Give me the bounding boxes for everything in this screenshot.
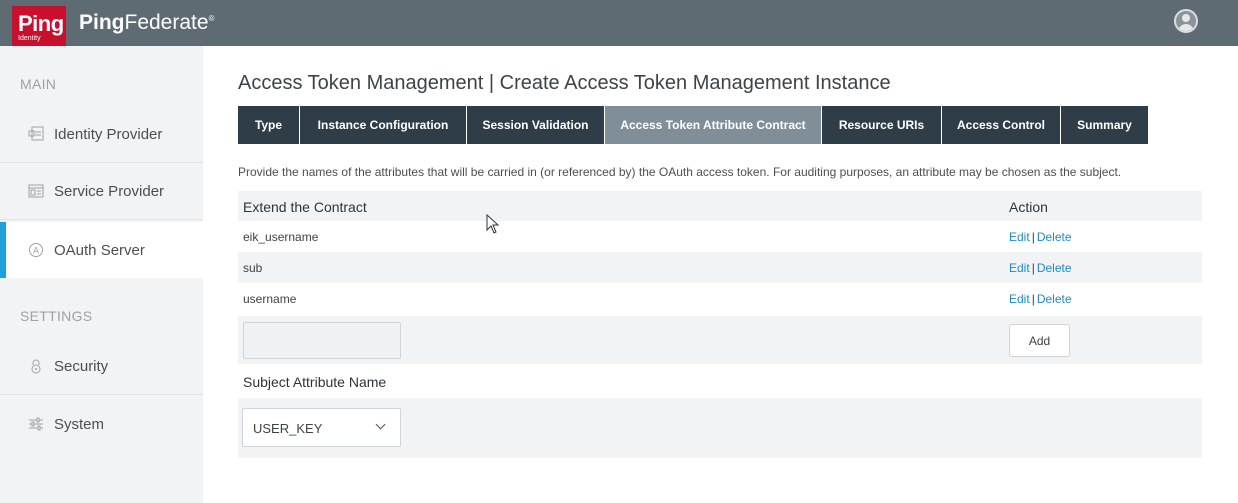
divider [0, 219, 203, 220]
sidebar-item-label: Security [54, 357, 109, 375]
attribute-name: sub [243, 261, 263, 275]
ping-logo[interactable]: Ping Identity [12, 6, 66, 46]
column-header-name: Extend the Contract [243, 199, 367, 215]
attribute-name: eik_username [243, 230, 319, 244]
sidebar-item-identity-provider[interactable]: Identity Provider [0, 106, 203, 162]
sidebar: MAIN Identity Provider Service Provider … [0, 46, 213, 503]
subject-attribute-row: USER_KEY [238, 398, 1202, 458]
delete-link[interactable]: Delete [1037, 261, 1072, 275]
table-row: username Edit | Delete [238, 283, 1202, 314]
service-provider-icon [28, 183, 44, 199]
table-header: Extend the Contract Action [238, 191, 1202, 221]
attribute-name: username [243, 292, 297, 306]
divider [0, 394, 203, 395]
attribute-contract-table: Extend the Contract Action eik_username … [238, 191, 1202, 314]
sidebar-section-settings: SETTINGS [20, 308, 93, 324]
sidebar-item-oauth-server[interactable]: A OAuth Server [0, 222, 213, 278]
svg-text:A: A [33, 247, 40, 257]
sidebar-item-system[interactable]: System [0, 396, 203, 452]
subject-attribute-label: Subject Attribute Name [243, 374, 387, 390]
table-row: eik_username Edit | Delete [238, 221, 1202, 252]
tab-access-control[interactable]: Access Control [942, 106, 1061, 144]
sidebar-item-label: Identity Provider [54, 125, 163, 143]
sliders-icon [28, 416, 44, 432]
subject-selected-value: USER_KEY [253, 421, 323, 436]
new-attribute-input[interactable] [243, 322, 401, 359]
oauth-icon: A [28, 242, 44, 258]
page-description: Provide the names of the attributes that… [238, 165, 1122, 179]
top-bar: Ping Identity PingFederate® [0, 0, 1238, 46]
edit-link[interactable]: Edit [1009, 230, 1030, 244]
row-actions: Edit | Delete [1009, 230, 1072, 244]
edit-link[interactable]: Edit [1009, 292, 1030, 306]
mouse-cursor-icon [486, 214, 500, 234]
lock-icon [28, 358, 44, 374]
tab-resource-uris[interactable]: Resource URIs [822, 106, 942, 144]
row-actions: Edit | Delete [1009, 292, 1072, 306]
sidebar-item-security[interactable]: Security [0, 338, 203, 394]
sidebar-section-main: MAIN [20, 76, 57, 92]
delete-link[interactable]: Delete [1037, 230, 1072, 244]
product-name: PingFederate® [79, 11, 215, 34]
tab-access-token-attribute-contract[interactable]: Access Token Attribute Contract [605, 106, 822, 144]
wizard-tabs: Type Instance Configuration Session Vali… [238, 106, 1149, 144]
sidebar-item-label: System [54, 415, 105, 433]
row-actions: Edit | Delete [1009, 261, 1072, 275]
identity-provider-icon [28, 126, 44, 142]
add-button[interactable]: Add [1009, 324, 1070, 357]
tab-instance-configuration[interactable]: Instance Configuration [300, 106, 467, 144]
logo-subtext: Identity [18, 35, 41, 42]
action-separator: | [1031, 292, 1035, 306]
chevron-down-icon [375, 419, 386, 430]
action-separator: | [1031, 230, 1035, 244]
delete-link[interactable]: Delete [1037, 292, 1072, 306]
sidebar-item-service-provider[interactable]: Service Provider [0, 163, 203, 219]
tab-type[interactable]: Type [238, 106, 300, 144]
page-title: Access Token Management | Create Access … [238, 72, 891, 94]
edit-link[interactable]: Edit [1009, 261, 1030, 275]
sidebar-item-label: OAuth Server [54, 241, 145, 259]
table-row: sub Edit | Delete [238, 252, 1202, 283]
logo-text: Ping [18, 11, 64, 36]
add-attribute-row: Add [238, 316, 1202, 364]
subject-attribute-select[interactable]: USER_KEY [242, 408, 401, 447]
sidebar-item-label: Service Provider [54, 182, 165, 200]
column-header-action: Action [1009, 199, 1048, 215]
tab-session-validation[interactable]: Session Validation [467, 106, 605, 144]
action-separator: | [1031, 261, 1035, 275]
user-avatar-icon[interactable] [1174, 9, 1198, 33]
tab-summary[interactable]: Summary [1061, 106, 1149, 144]
